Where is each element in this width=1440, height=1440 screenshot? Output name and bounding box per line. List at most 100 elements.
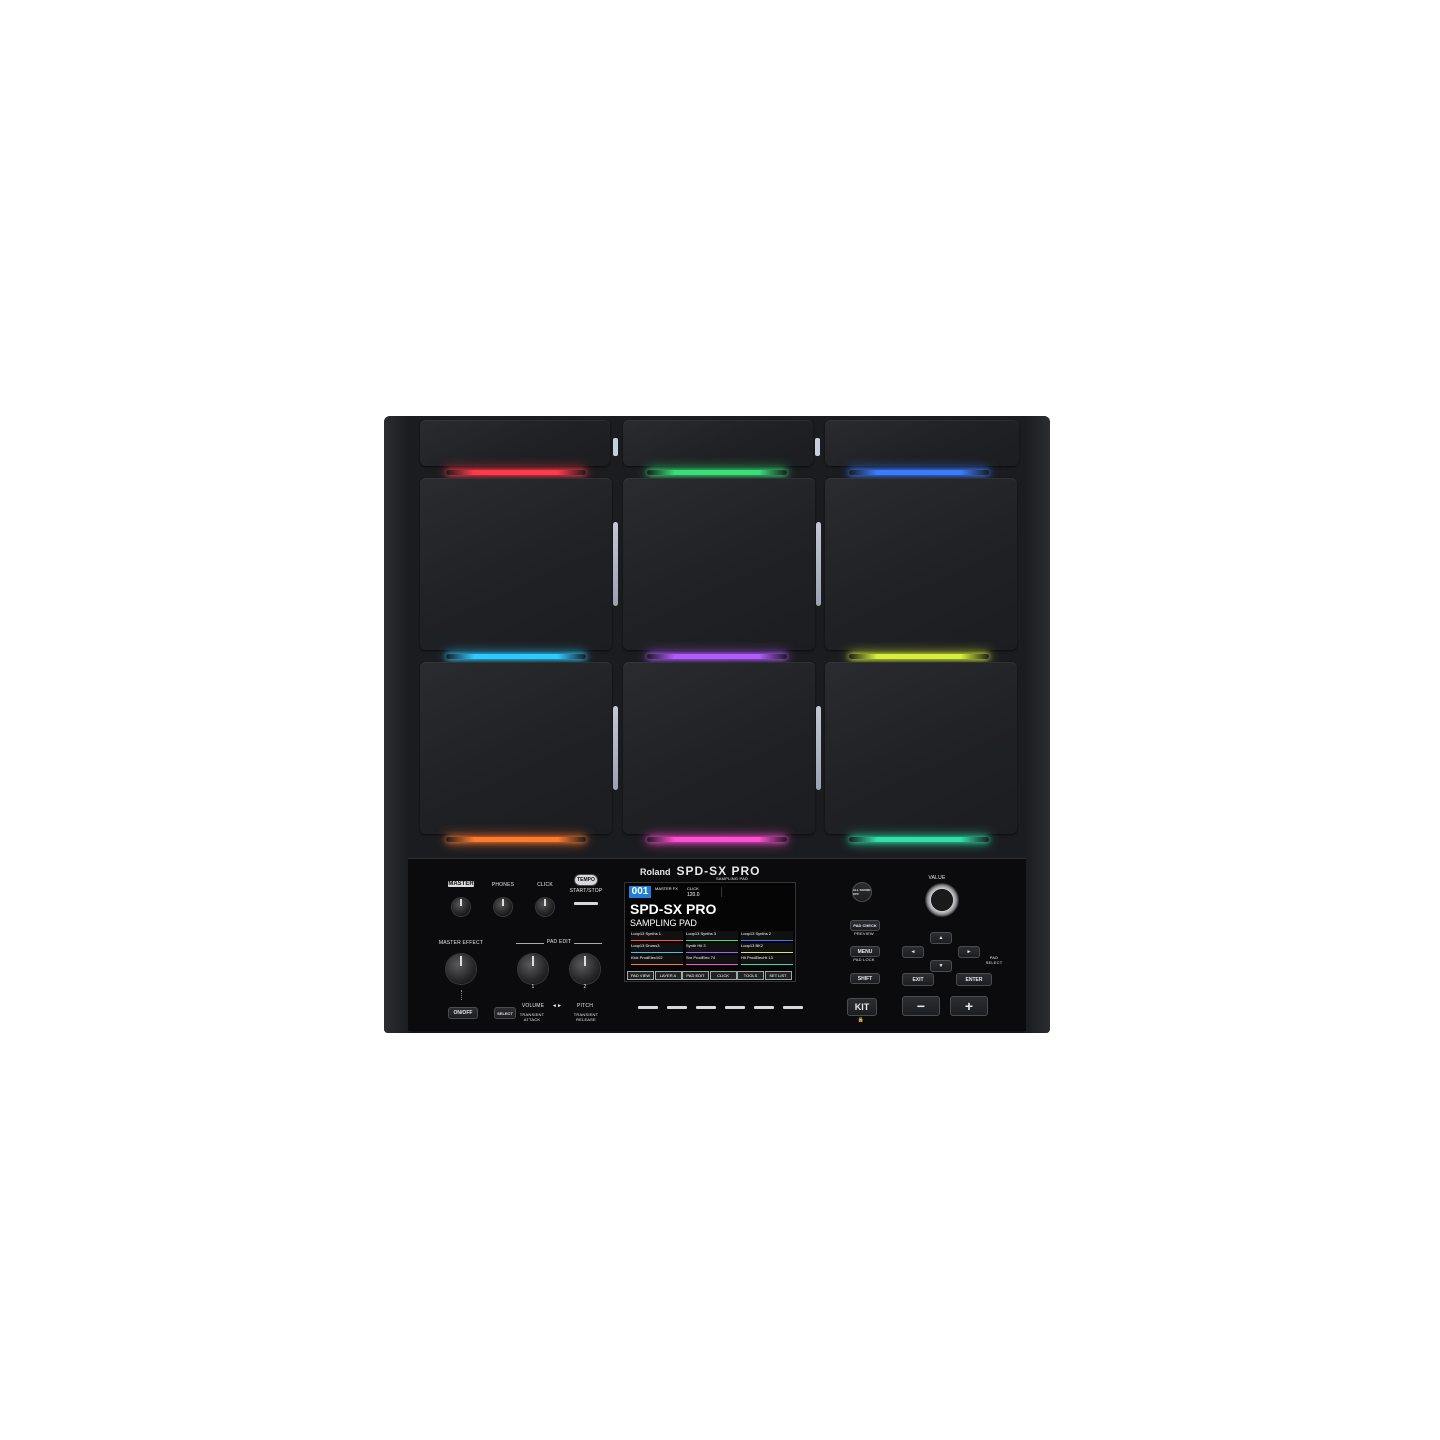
screen-pad-cell: Kick ProdElec102: [631, 955, 683, 965]
screen-fkey-label: CLICK: [709, 971, 737, 980]
cursor-right-button[interactable]: ►: [958, 946, 980, 958]
master-label: MASTER: [448, 881, 474, 887]
pad-4[interactable]: [420, 662, 612, 834]
pad-divider-led: [816, 706, 821, 790]
pad-6[interactable]: [825, 662, 1017, 834]
screen-fkey-label: TOOLS: [737, 971, 764, 980]
kit-button[interactable]: KIT: [847, 998, 877, 1016]
volume-label: VOLUME: [521, 1003, 545, 1009]
pad-select-label: PAD SELECT: [985, 955, 1003, 965]
shift-button[interactable]: SHIFT: [850, 973, 880, 984]
volume-knob[interactable]: [518, 954, 548, 984]
value-dial[interactable]: [925, 883, 959, 917]
function-button-6[interactable]: [783, 1006, 803, 1009]
pitch-knob[interactable]: [570, 954, 600, 984]
screen-subtitle: SAMPLING PAD: [630, 918, 697, 928]
tempo-button[interactable]: TEMPO: [574, 874, 598, 886]
dec-button[interactable]: −: [902, 996, 940, 1016]
screen-fkey-label: LAYER A: [654, 971, 682, 980]
led-bar-top-3: [849, 470, 989, 475]
cursor-up-button[interactable]: ▲: [930, 932, 952, 944]
transient-release-label: TRANSIENT RELEASE: [573, 1012, 599, 1022]
pad-3[interactable]: [825, 478, 1017, 650]
start-stop-button[interactable]: [574, 902, 598, 905]
screen-pad-cell: Loop13 Drums3: [631, 943, 683, 953]
knob-1-label: 1: [531, 984, 535, 990]
screen-tempo: 120.0: [687, 892, 700, 898]
top-pad-2[interactable]: [623, 420, 813, 466]
screen-pad-cell: Snr ProdElec 74: [686, 955, 738, 965]
pad-list-grid: Loop13 Synths 1 Loop13 Synths 3 Loop13 Syn…: [631, 931, 793, 967]
phones-knob[interactable]: [494, 898, 512, 916]
click-knob[interactable]: [536, 898, 554, 916]
pad-divider-led: [613, 706, 618, 790]
master-knob[interactable]: [452, 898, 470, 916]
led-bar-mid-3: [849, 654, 989, 659]
spd-sx-pro-device: Roland SPD-SX PRO SAMPLING PAD MASTER PH…: [384, 416, 1050, 1033]
menu-button[interactable]: MENU: [850, 946, 880, 957]
dotted-guide: [461, 990, 463, 1000]
phones-label: PHONES: [491, 882, 515, 888]
kit-number: 001: [629, 886, 651, 898]
screen-pad-cell: Loop13 Synths 2: [741, 931, 793, 941]
all-sound-off-button[interactable]: ALL SOUND OFF: [852, 882, 872, 902]
screen-title: SPD-SX PRO: [630, 901, 717, 917]
roland-logo: Roland: [640, 867, 671, 877]
pad-1[interactable]: [420, 478, 612, 650]
pad-lock-label: PAD LOCK: [853, 957, 875, 962]
pad-divider-led: [816, 522, 821, 606]
knob-2-label: 2: [583, 984, 587, 990]
divider-led: [613, 438, 618, 456]
top-pad-3[interactable]: [825, 420, 1019, 466]
led-bar-mid-1: [446, 654, 586, 659]
pad-2[interactable]: [623, 478, 815, 650]
cursor-left-button[interactable]: ◄: [902, 946, 924, 958]
screen-fkey-label: PAD EDIT: [682, 971, 709, 980]
screen-pad-cell: Loop13 Synths 3: [686, 931, 738, 941]
transient-attack-label: TRANSIENT ATTACK: [519, 1012, 545, 1022]
exit-button[interactable]: EXIT: [902, 973, 934, 986]
led-bar-bottom-3: [849, 837, 989, 842]
function-button-1[interactable]: [638, 1006, 658, 1009]
enter-button[interactable]: ENTER: [956, 973, 992, 986]
screen-fkey-label: PAD VIEW: [627, 971, 654, 980]
led-bar-bottom-2: [647, 837, 787, 842]
led-bar-top-1: [446, 470, 586, 475]
select-button[interactable]: SELECT: [494, 1007, 516, 1019]
screen-pad-cell: Loop13 Synths 1: [631, 931, 683, 941]
led-bar-top-2: [647, 470, 787, 475]
pad-5[interactable]: [623, 662, 815, 834]
top-pad-1[interactable]: [420, 420, 610, 466]
pad-edit-label: PAD EDIT: [544, 939, 574, 945]
master-effect-knob[interactable]: [446, 954, 476, 984]
pad-divider-led: [613, 522, 618, 606]
pitch-label: PITCH: [577, 1003, 593, 1009]
start-stop-label: START/STOP: [569, 888, 603, 894]
lcd-screen: 001 MASTER FX CLICK 120.0 SPD-SX PRO SAM…: [624, 882, 796, 982]
side-panel-right: [1024, 416, 1050, 1033]
on-off-button[interactable]: ON/OFF: [448, 1007, 478, 1019]
function-button-4[interactable]: [725, 1006, 745, 1009]
screen-click-label: CLICK: [687, 886, 699, 891]
preview-label: PREVIEW: [854, 931, 874, 936]
model-subtitle: SAMPLING PAD: [715, 876, 749, 881]
left-right-icon: ◄►: [551, 1003, 563, 1009]
status-indicators: [721, 887, 792, 897]
side-panel-left: [384, 416, 410, 1033]
lock-icon: 🔒: [857, 1017, 865, 1023]
screen-pad-cell: Synth Hit 3: [686, 943, 738, 953]
function-button-5[interactable]: [754, 1006, 774, 1009]
divider-led: [815, 438, 820, 456]
master-effect-label: MASTER EFFECT: [438, 940, 484, 946]
pad-check-button[interactable]: PAD CHECK: [850, 920, 880, 931]
cursor-down-button[interactable]: ▼: [930, 960, 952, 972]
master-fx-label: MASTER FX: [655, 886, 678, 891]
click-label: CLICK: [537, 882, 553, 888]
function-button-2[interactable]: [667, 1006, 687, 1009]
function-key-labels: PAD VIEW LAYER A PAD EDIT CLICK TOOLS SET LIS…: [627, 971, 793, 980]
function-button-3[interactable]: [696, 1006, 716, 1009]
function-buttons: [638, 1004, 803, 1014]
screen-fkey-label: SET LIST: [764, 971, 792, 980]
screen-pad-cell: Loop13 BK2: [741, 943, 793, 953]
inc-button[interactable]: +: [950, 996, 988, 1016]
